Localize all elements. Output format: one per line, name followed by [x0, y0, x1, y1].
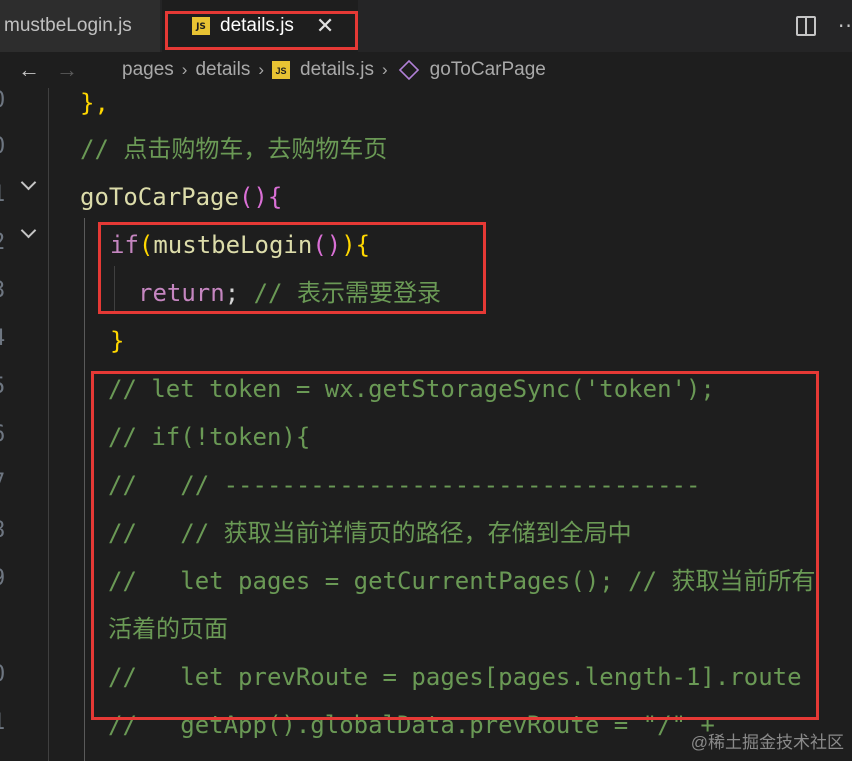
code-line: } [110, 327, 125, 355]
code-line: goToCarPage(){ [80, 182, 282, 212]
chevron-right-icon: › [258, 60, 265, 79]
split-editor-icon[interactable] [796, 16, 816, 36]
if-block-highlight-box [98, 222, 486, 314]
code-line: // 点击购物车，去购物车页 [80, 135, 388, 163]
js-file-icon: JS [272, 61, 291, 79]
breadcrumb-item-details[interactable]: details [195, 59, 250, 81]
method-cube-icon [398, 59, 419, 81]
commented-code-highlight-box [91, 371, 819, 720]
function-name: goToCarPage [80, 183, 239, 211]
back-arrow-icon[interactable]: ← [10, 57, 48, 83]
forward-arrow-icon[interactable]: → [48, 57, 86, 83]
code-line: }, [80, 89, 109, 117]
tab-label: mustbeLogin.js [4, 15, 132, 36]
tab-mustbelogin[interactable]: mustbeLogin.js [0, 0, 160, 52]
editor-actions: ··· [796, 0, 852, 52]
brace: { [267, 183, 283, 211]
more-actions-icon[interactable]: ··· [838, 14, 852, 38]
breadcrumb-item-file[interactable]: details.js [300, 59, 374, 81]
paren: () [238, 183, 268, 211]
chevron-right-icon: › [381, 60, 388, 79]
breadcrumb-item-pages[interactable]: pages [122, 59, 174, 81]
breadcrumb: ← → pages › details › JS details.js › go… [0, 52, 852, 88]
tab-bar: mustbeLogin.js JS details.js ✕ ··· [0, 0, 852, 53]
watermark: @稀土掘金技术社区 [690, 733, 844, 752]
chevron-right-icon: › [181, 60, 188, 79]
tab-highlight-box [165, 11, 358, 50]
breadcrumb-item-symbol[interactable]: goToCarPage [430, 59, 546, 81]
